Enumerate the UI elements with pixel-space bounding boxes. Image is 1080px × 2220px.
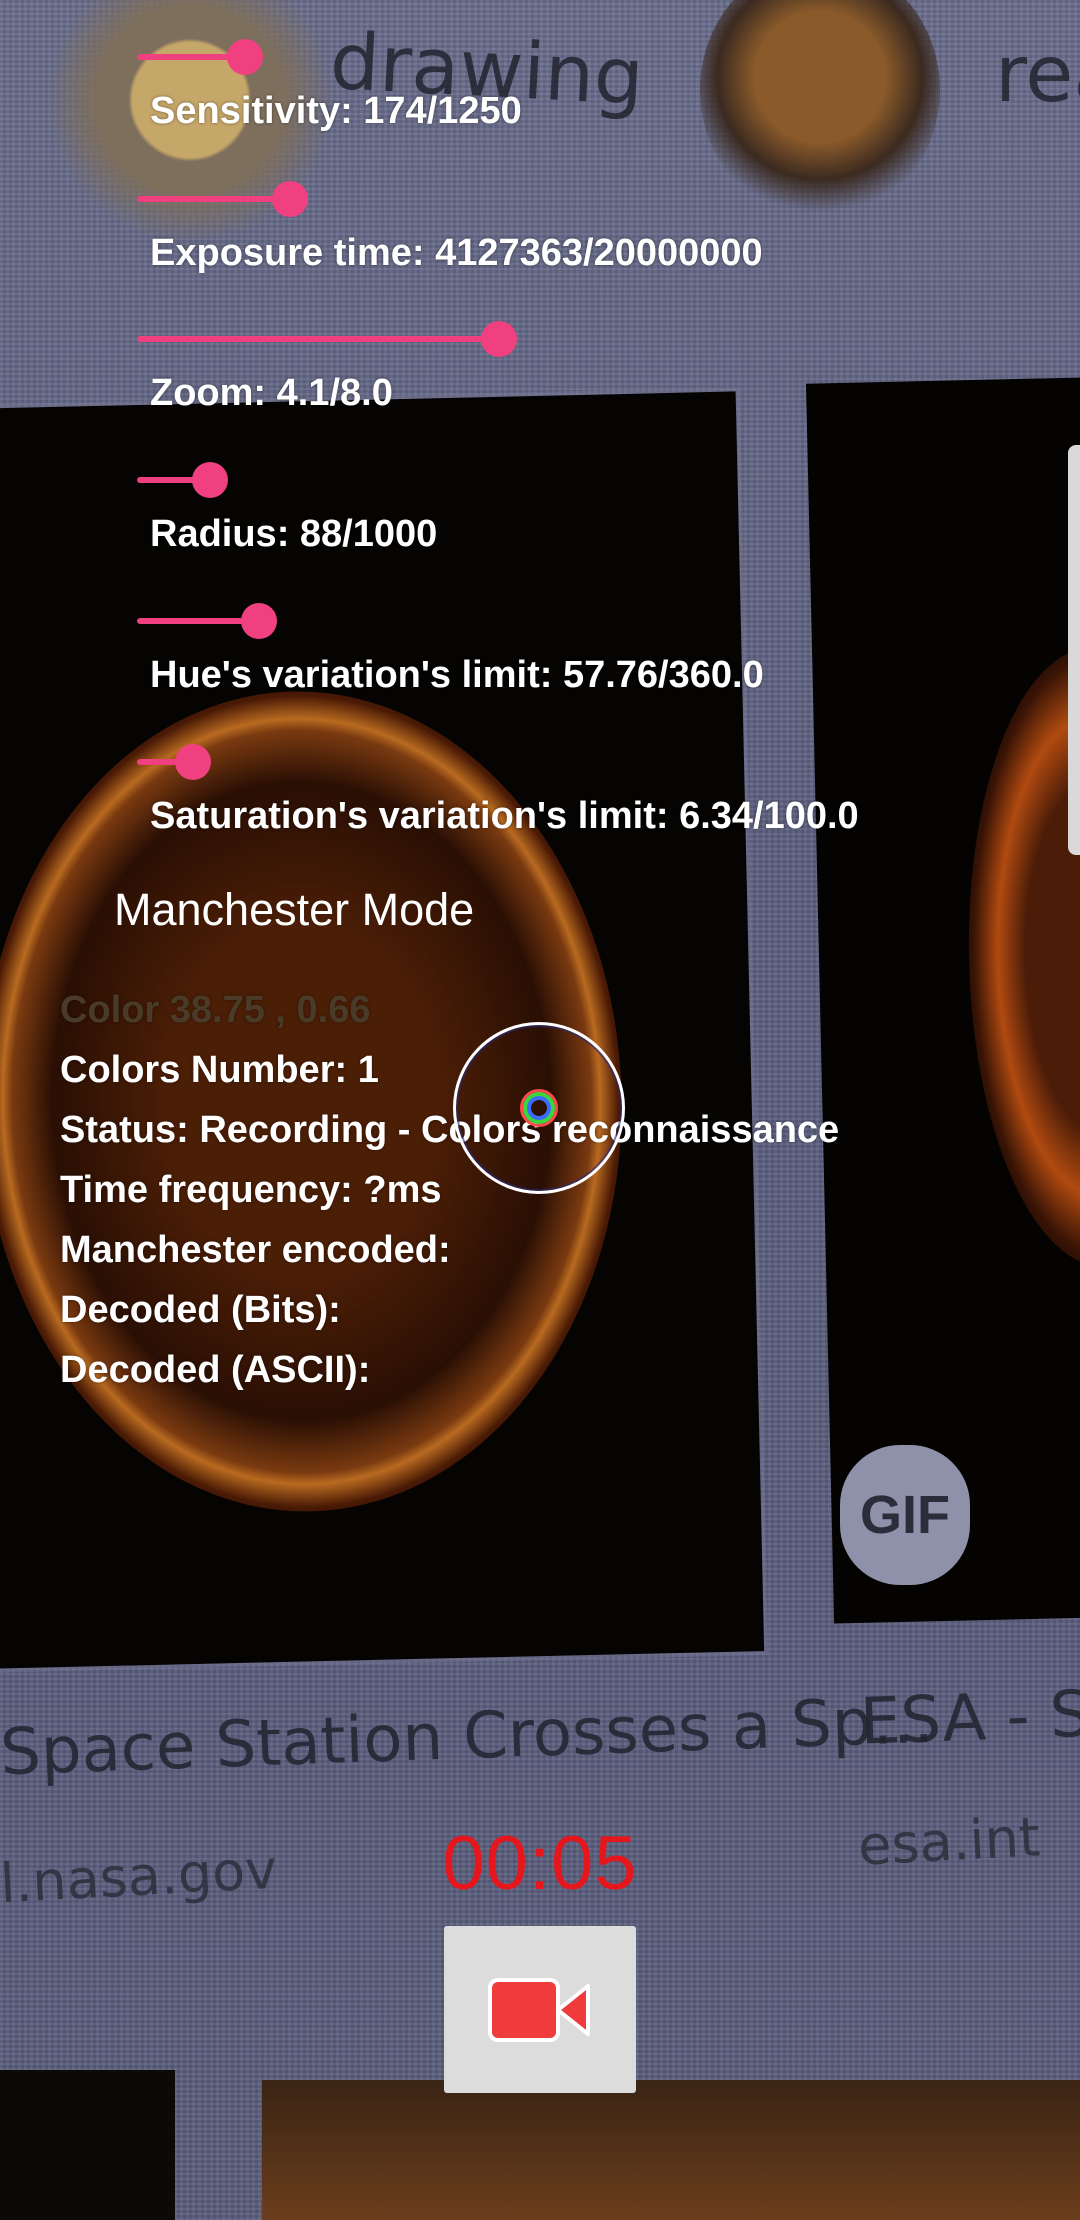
slider-thumb[interactable] xyxy=(227,39,263,75)
status-readout: Status: Recording - Colors reconnaissanc… xyxy=(60,1109,840,1151)
slider-thumb[interactable] xyxy=(175,744,211,780)
sensitivity-label: Sensitivity: 174/1250 xyxy=(150,90,522,132)
sensitivity-slider[interactable] xyxy=(137,38,557,75)
background-text-real: rea xyxy=(995,30,1080,120)
slider-track-fill xyxy=(137,196,287,202)
radius-slider[interactable] xyxy=(137,461,557,498)
slider-thumb[interactable] xyxy=(272,181,308,217)
background-caption-left: Space Station Crosses a Sp... xyxy=(0,1683,935,1791)
gif-badge: GIF xyxy=(840,1445,970,1585)
colors-number-readout: Colors Number: 1 xyxy=(60,1049,379,1091)
exposure-time-slider[interactable] xyxy=(137,180,557,217)
radius-label: Radius: 88/1000 xyxy=(150,513,438,555)
manchester-encoded-readout: Manchester encoded: xyxy=(60,1229,451,1271)
slider-thumb[interactable] xyxy=(192,462,228,498)
record-button[interactable] xyxy=(444,1926,636,2093)
slider-thumb[interactable] xyxy=(481,321,517,357)
background-tile-bottom-left xyxy=(0,2070,175,2220)
sun-photo-right xyxy=(805,376,1080,1624)
saturation-variation-label: Saturation's variation's limit: 6.34/100… xyxy=(150,795,859,837)
exposure-time-label: Exposure time: 4127363/20000000 xyxy=(150,232,763,274)
decoded-bits-readout: Decoded (Bits): xyxy=(60,1289,341,1331)
decoder-info-panel: Color 38.75 , 0.66 Colors Number: 1 Stat… xyxy=(60,980,839,1400)
zoom-label: Zoom: 4.1/8.0 xyxy=(150,372,393,414)
background-tile-bottom xyxy=(262,2080,1080,2220)
edge-panel-handle[interactable] xyxy=(1068,445,1080,855)
zoom-slider[interactable] xyxy=(137,320,557,357)
background-caption-right: ESA - Sola xyxy=(858,1674,1080,1760)
decoded-ascii-readout: Decoded (ASCII): xyxy=(60,1349,371,1391)
target-center-icon xyxy=(520,1089,558,1127)
hue-variation-label: Hue's variation's limit: 57.76/360.0 xyxy=(150,654,764,696)
time-frequency-readout: Time frequency: ?ms xyxy=(60,1169,442,1211)
target-reticle[interactable] xyxy=(453,1022,625,1194)
slider-thumb[interactable] xyxy=(241,603,277,639)
hue-variation-slider[interactable] xyxy=(137,602,557,639)
slider-track-fill xyxy=(137,336,496,342)
slider-track-fill xyxy=(137,618,256,624)
real-sun-image xyxy=(700,0,940,220)
video-camera-icon xyxy=(488,1978,590,2042)
saturation-variation-slider[interactable] xyxy=(137,743,557,780)
color-readout: Color 38.75 , 0.66 xyxy=(60,989,371,1031)
manchester-mode-toggle[interactable]: Manchester Mode xyxy=(114,884,474,936)
recording-timer: 00:05 xyxy=(442,1821,638,1906)
